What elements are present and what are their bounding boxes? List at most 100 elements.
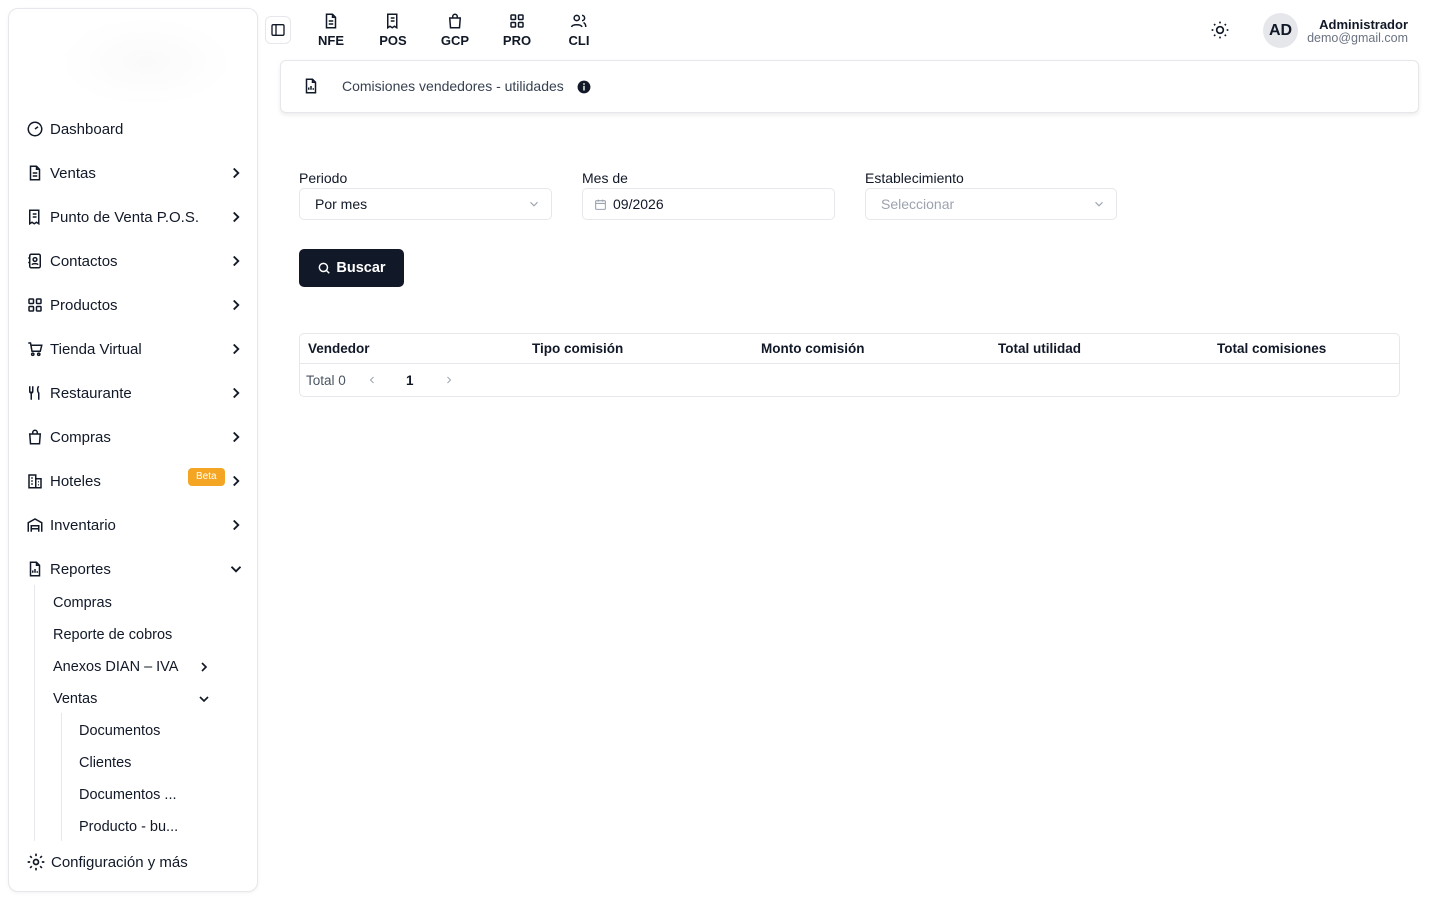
info-icon[interactable] [577, 80, 591, 94]
sidebar-item-label: Dashboard [50, 120, 124, 138]
sidebar-item-label: Ventas [50, 164, 96, 182]
sub-item-producto[interactable]: Producto - bu... [79, 811, 178, 843]
establecimiento-placeholder: Seleccionar [881, 196, 955, 212]
chevron-right-icon [233, 211, 240, 223]
sun-icon [1211, 21, 1229, 39]
report-icon [26, 560, 44, 578]
periodo-label: Periodo [299, 170, 348, 186]
sub-item-clientes[interactable]: Clientes [79, 747, 131, 779]
sidebar-item-label: Restaurante [50, 384, 132, 402]
module-cli-button[interactable]: CLI [548, 8, 610, 52]
pagination: Total 0 1 [300, 364, 1399, 397]
sidebar-item-label: Compras [50, 428, 111, 446]
module-pro-button[interactable]: PRO [486, 8, 548, 52]
ventas-submenu: Documentos Clientes Documentos ... Produ… [61, 713, 221, 841]
chevron-down-icon [230, 566, 242, 573]
sidebar-item-inventario[interactable]: Inventario [9, 503, 257, 547]
column-header-total-utilidad[interactable]: Total utilidad [998, 341, 1081, 356]
table-header: Vendedor Tipo comisión Monto comisión To… [300, 334, 1399, 364]
gear-icon [26, 852, 46, 872]
theme-toggle-button[interactable] [1208, 18, 1232, 42]
module-nfe-button[interactable]: NFE [300, 8, 362, 52]
chevron-right-icon [233, 343, 240, 355]
mes-date-picker[interactable]: 09/2026 [582, 188, 835, 220]
sidebar-item-dashboard[interactable]: Dashboard [9, 107, 257, 151]
beta-badge: Beta [188, 468, 225, 486]
utensils-icon [26, 384, 44, 402]
sidebar-toggle-button[interactable] [265, 16, 291, 44]
chevron-right-icon [233, 431, 240, 443]
sub-item-reporte-cobros[interactable]: Reporte de cobros [53, 619, 172, 651]
module-nav: NFE POS GCP PRO CLI [300, 8, 610, 52]
module-label: NFE [318, 33, 344, 48]
shopping-bag-icon [26, 428, 44, 446]
column-header-total-comisiones[interactable]: Total comisiones [1217, 341, 1326, 356]
sidebar-item-contactos[interactable]: Contactos [9, 239, 257, 283]
establecimiento-label: Establecimiento [865, 170, 964, 186]
module-pos-button[interactable]: POS [362, 8, 424, 52]
chevron-left-icon[interactable] [366, 373, 378, 387]
sub-item-compras[interactable]: Compras [53, 587, 112, 619]
receipt-icon [387, 13, 398, 30]
search-button-label: Buscar [336, 260, 386, 276]
column-header-tipo-comision[interactable]: Tipo comisión [532, 341, 623, 356]
chevron-down-icon [1095, 201, 1103, 207]
sub-item-label: Ventas [53, 691, 98, 707]
sub-item-documentos[interactable]: Documentos [79, 715, 160, 747]
sidebar: Dashboard Ventas Punto de Venta P.O.S. C… [8, 8, 258, 892]
sub-item-ventas[interactable]: Ventas [53, 683, 213, 715]
total-count: Total 0 [306, 373, 346, 388]
page-number[interactable]: 1 [406, 373, 414, 388]
column-header-vendedor[interactable]: Vendedor [308, 341, 370, 356]
module-label: GCP [440, 33, 470, 48]
chevron-right-icon [201, 662, 208, 672]
establecimiento-select[interactable]: Seleccionar [865, 188, 1117, 220]
sidebar-item-ventas[interactable]: Ventas [9, 151, 257, 195]
user-email: demo@gmail.com [1307, 31, 1408, 45]
module-gcp-button[interactable]: GCP [424, 8, 486, 52]
chevron-right-icon [233, 475, 240, 487]
avatar[interactable]: AD [1263, 13, 1298, 48]
grid-icon [26, 296, 44, 314]
commissions-table: Vendedor Tipo comisión Monto comisión To… [299, 333, 1400, 397]
chevron-down-icon [199, 696, 209, 703]
sidebar-item-configuracion[interactable]: Configuración y más [26, 849, 188, 875]
chevron-right-icon [233, 519, 240, 531]
file-text-icon [26, 164, 44, 182]
chevron-down-icon [530, 201, 538, 207]
sidebar-item-label: Reportes [50, 560, 111, 578]
sidebar-item-productos[interactable]: Productos [9, 283, 257, 327]
receipt-icon [26, 208, 44, 226]
search-button[interactable]: Buscar [299, 249, 404, 287]
calendar-icon [595, 199, 606, 210]
sub-item-anexos-dian[interactable]: Anexos DIAN – IVA [53, 651, 213, 683]
page-header: Comisiones vendedores - utilidades [280, 60, 1419, 113]
reportes-submenu: Compras Reporte de cobros Anexos DIAN – … [34, 585, 234, 841]
sidebar-item-compras[interactable]: Compras [9, 415, 257, 459]
search-icon [319, 262, 331, 274]
sidebar-item-hoteles[interactable]: Hoteles Beta [9, 459, 257, 503]
sidebar-item-tienda-virtual[interactable]: Tienda Virtual [9, 327, 257, 371]
sidebar-item-label: Productos [50, 296, 118, 314]
column-header-monto-comision[interactable]: Monto comisión [761, 341, 865, 356]
shopping-bag-icon [448, 13, 462, 29]
chevron-right-icon [233, 387, 240, 399]
sidebar-toggle-icon [271, 24, 285, 36]
mes-label: Mes de [582, 170, 628, 186]
report-icon [305, 78, 317, 94]
contacts-icon [26, 252, 44, 270]
sidebar-item-label: Inventario [50, 516, 116, 534]
periodo-select[interactable]: Por mes [299, 188, 552, 220]
sidebar-item-pos[interactable]: Punto de Venta P.O.S. [9, 195, 257, 239]
sidebar-item-restaurante[interactable]: Restaurante [9, 371, 257, 415]
chevron-right-icon[interactable] [443, 373, 455, 387]
gauge-icon [26, 120, 44, 138]
chevron-right-icon [233, 299, 240, 311]
periodo-value: Por mes [315, 196, 368, 212]
sidebar-item-label: Hoteles [50, 472, 101, 490]
sidebar-item-label: Configuración y más [51, 853, 188, 871]
module-label: POS [379, 33, 407, 48]
sidebar-item-label: Contactos [50, 252, 118, 270]
sub-item-documentos-2[interactable]: Documentos ... [79, 779, 177, 811]
module-label: CLI [568, 33, 590, 48]
